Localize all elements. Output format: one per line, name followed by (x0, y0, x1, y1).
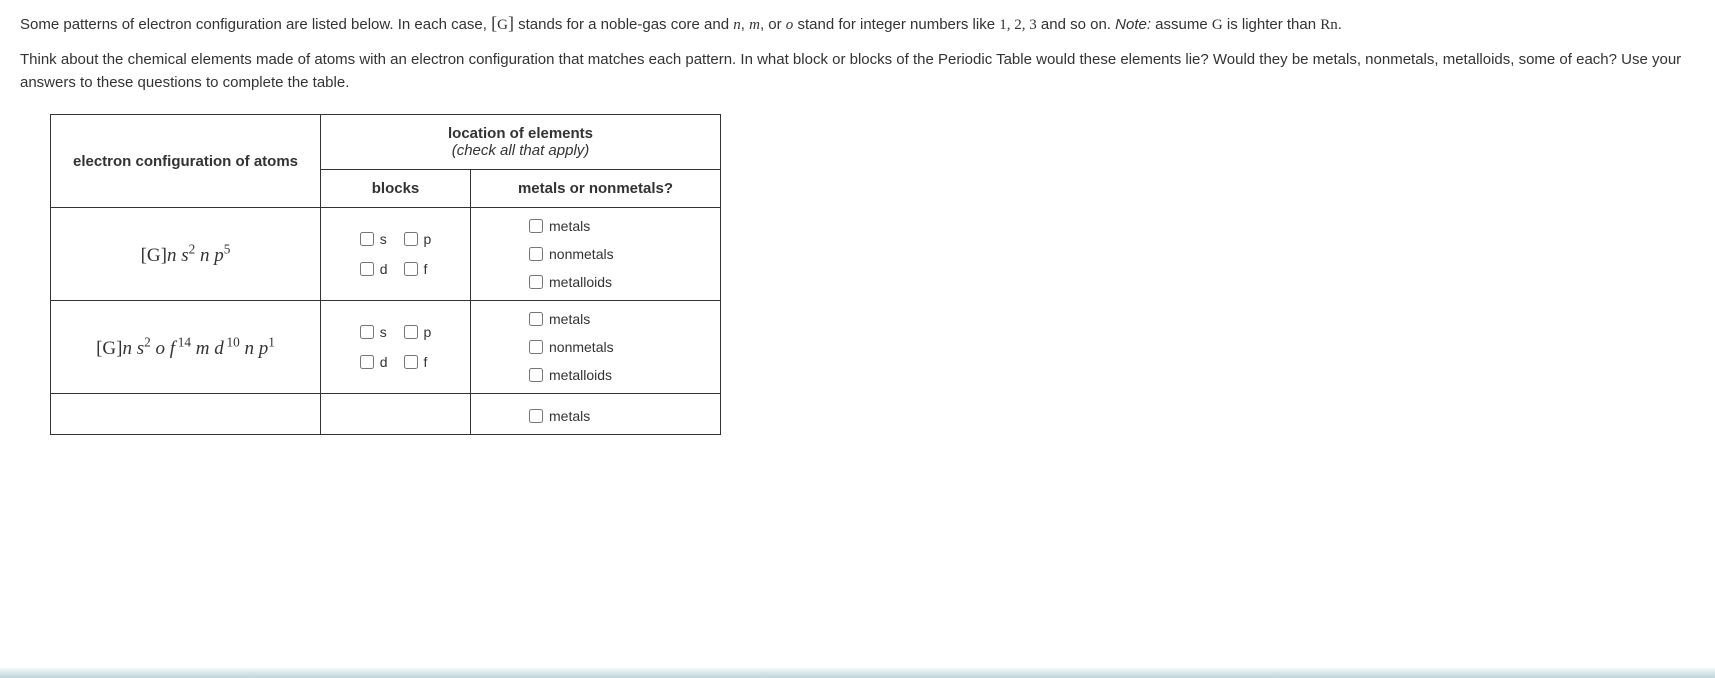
block-p-checkbox[interactable]: p (404, 324, 432, 340)
metals-checkbox[interactable]: metals (529, 311, 590, 327)
header-electron-config: electron configuration of atoms (51, 115, 321, 208)
metalloids-checkbox[interactable]: metalloids (529, 274, 612, 290)
table-row: metals (51, 394, 721, 435)
block-d-checkbox[interactable]: d (360, 354, 388, 370)
metals-checkbox[interactable]: metals (529, 408, 590, 424)
config-table: electron configuration of atoms location… (50, 114, 721, 435)
block-f-checkbox[interactable]: f (404, 354, 432, 370)
block-s-checkbox[interactable]: s (360, 231, 388, 247)
header-blocks: blocks (321, 170, 471, 208)
formula-row-1: [G]n s2 n p5 (141, 245, 231, 266)
table-row: [G]n s2 o f 14 m d 10 n p1 s p d f metal… (51, 301, 721, 394)
bottom-gradient (0, 668, 1715, 678)
intro-paragraph-1: Some patterns of electron configuration … (20, 10, 1695, 37)
header-location: location of elements (check all that app… (321, 115, 721, 170)
block-d-checkbox[interactable]: d (360, 261, 388, 277)
header-metals-or-nonmetals: metals or nonmetals? (471, 170, 721, 208)
table-row: [G]n s2 n p5 s p d f metals nonmetals me… (51, 208, 721, 301)
nonmetals-checkbox[interactable]: nonmetals (529, 246, 614, 262)
block-p-checkbox[interactable]: p (404, 231, 432, 247)
block-s-checkbox[interactable]: s (360, 324, 388, 340)
intro-paragraph-2: Think about the chemical elements made o… (20, 49, 1695, 94)
metals-checkbox[interactable]: metals (529, 218, 590, 234)
metalloids-checkbox[interactable]: metalloids (529, 367, 612, 383)
nonmetals-checkbox[interactable]: nonmetals (529, 339, 614, 355)
formula-row-2: [G]n s2 o f 14 m d 10 n p1 (96, 338, 275, 359)
block-f-checkbox[interactable]: f (404, 261, 432, 277)
